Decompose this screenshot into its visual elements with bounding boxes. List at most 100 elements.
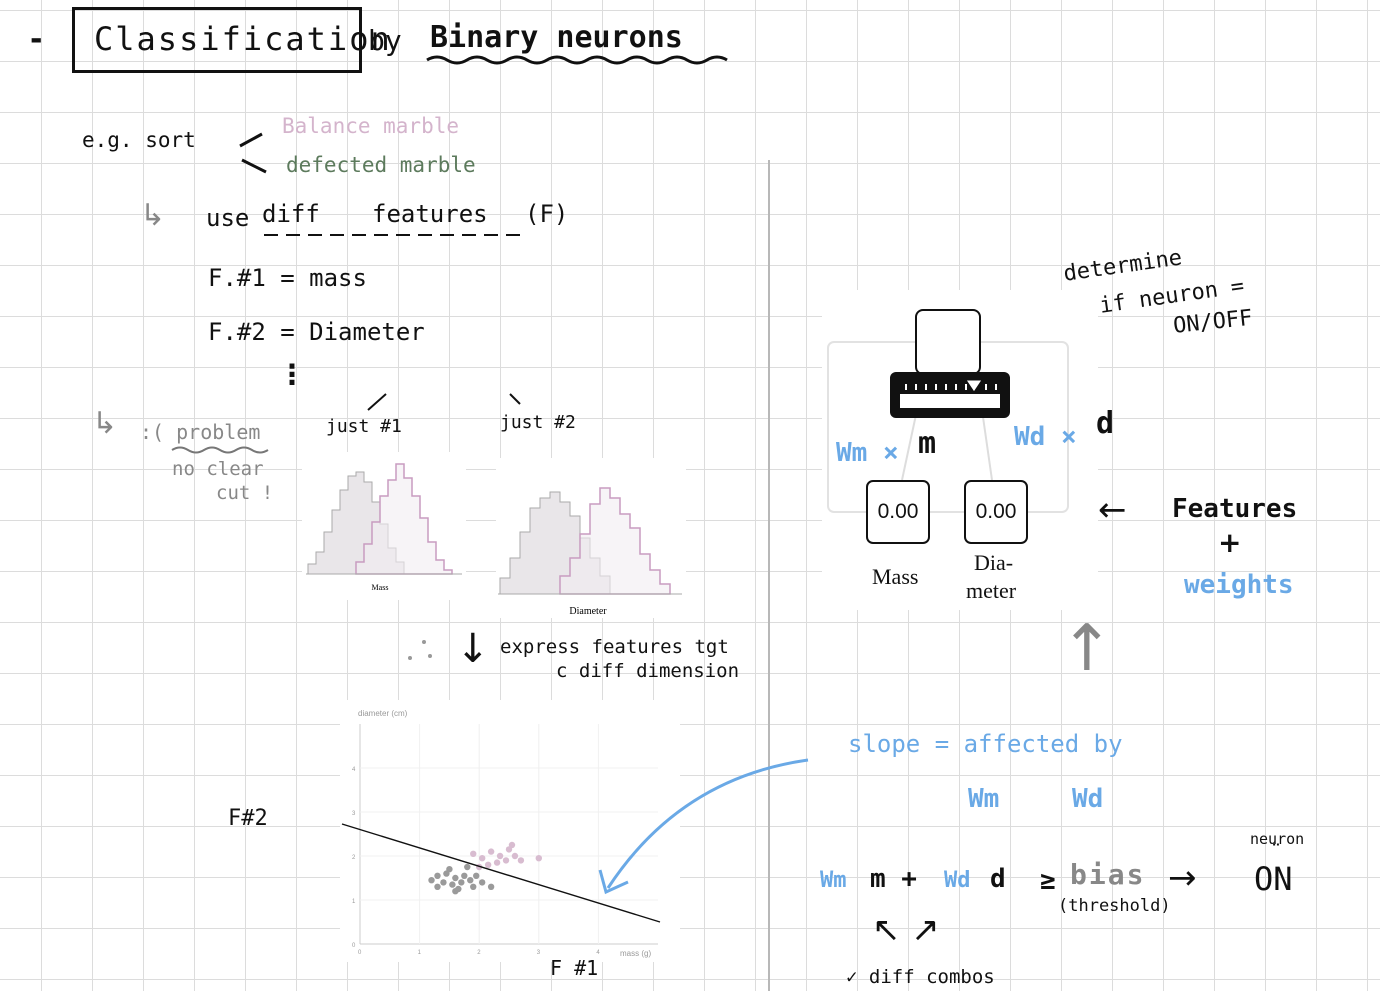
- formula-arrow: →: [1168, 858, 1197, 898]
- scatter-point-balance: [484, 861, 492, 868]
- hist-label-just2: just #2: [500, 412, 576, 433]
- express-arrow: ↓: [456, 626, 490, 672]
- scatter-point-balance: [517, 857, 525, 864]
- hist-label-just1: just #1: [326, 416, 402, 437]
- formula-geq: ≥: [1040, 866, 1056, 896]
- histogram-diameter-caption: Diameter: [569, 606, 607, 617]
- problem-label: :( problem: [140, 420, 261, 444]
- formula-bias: bias: [1070, 858, 1146, 891]
- scatter-point-balance: [508, 841, 516, 849]
- scatter-point-defected: [446, 866, 453, 873]
- formula-d: d: [990, 864, 1006, 894]
- histogram-mass-card: Mass: [302, 452, 466, 600]
- features-diff: diff: [262, 200, 320, 228]
- scatter-point-defected: [467, 877, 474, 884]
- scatter-y-axis-label: diameter (cm): [358, 709, 408, 718]
- diameter-caption-line2: meter: [966, 578, 1017, 603]
- problem-note-line1: no clear: [172, 458, 264, 480]
- slope-text: slope = affected by: [848, 730, 1123, 758]
- scatter-y-tick: 1: [352, 899, 356, 905]
- scatter-x-tick: 2: [477, 950, 481, 956]
- express-dots: [408, 640, 432, 660]
- slope-wd: Wd: [1072, 784, 1104, 814]
- title-boxed-word: Classification: [94, 20, 392, 58]
- scatter-point-balance: [470, 850, 477, 857]
- histogram-diameter: Diameter: [498, 487, 682, 617]
- scatter-x-tick: 1: [418, 950, 422, 956]
- formula-wd: Wd: [944, 868, 971, 893]
- scatter-y-tick: 3: [352, 811, 356, 817]
- scatter-point-defected: [461, 872, 468, 879]
- features-weights-label: Features: [1172, 494, 1298, 524]
- scatter-point-balance: [487, 848, 495, 855]
- scatter-point-defected: [473, 872, 480, 879]
- scatter-point-defected: [452, 874, 459, 882]
- title-by: by: [368, 24, 402, 57]
- scatter-point-balance: [478, 855, 486, 862]
- weights-label: weights: [1184, 570, 1294, 600]
- formula-threshold: (threshold): [1058, 896, 1171, 916]
- scatter-point-balance: [496, 852, 504, 860]
- scatter-point-balance: [502, 857, 510, 864]
- sort-option-defected: defected marble: [286, 153, 476, 177]
- scatter-y-tick: 2: [352, 855, 356, 861]
- express-line2: c diff dimension: [556, 660, 740, 682]
- histogram-diameter-card: Diameter: [496, 458, 686, 618]
- features-arrow: ↳: [140, 198, 166, 233]
- scatter-f2-label: F#2: [228, 806, 268, 831]
- formula-wm: Wm: [820, 868, 847, 893]
- weight-wm-label: Wm ×: [836, 438, 899, 468]
- sort-branch: [239, 132, 267, 174]
- scatter-point-defected: [464, 863, 471, 871]
- scatter-point-defected: [458, 879, 465, 886]
- scatter-point-defected: [440, 879, 447, 886]
- formula-combos: ✓ diff combos: [846, 966, 995, 988]
- histogram-mass-caption: Mass: [372, 583, 389, 592]
- scatter-point-defected: [449, 881, 456, 888]
- express-line1: express features tgt: [500, 636, 729, 658]
- scatter-point-defected: [452, 888, 459, 895]
- sort-option-balance: Balance marble: [282, 114, 460, 138]
- feature-2-diameter: F.#2 = Diameter: [208, 318, 425, 346]
- slope-up-arrow: ↑: [1060, 612, 1114, 686]
- scatter-y-tick: 4: [352, 767, 356, 773]
- title-dash: -: [30, 22, 43, 57]
- scatter-point-balance: [511, 852, 519, 860]
- mass-input-box[interactable]: 0.00: [866, 480, 930, 544]
- slope-wm: Wm: [968, 784, 1000, 814]
- weight-wd-label: Wd ×: [1014, 422, 1077, 452]
- weight-m-label: m: [918, 426, 937, 461]
- formula-on: ON: [1254, 860, 1293, 898]
- scatter-x-tick: 3: [537, 950, 541, 956]
- scatter-point-balance: [493, 859, 501, 866]
- features-left-arrow-icon: ←: [1098, 490, 1127, 530]
- scatter-point-defected: [478, 879, 486, 886]
- curved-arrow-icon: [598, 758, 809, 895]
- hist-label-ticks: [367, 393, 521, 411]
- scatter-point-defected: [470, 883, 477, 890]
- scatter-point-defected: [428, 877, 435, 884]
- scatter-x-axis-label: mass (g): [620, 949, 651, 958]
- neuron-ruler-icon: [890, 372, 1010, 418]
- features-underline-dashed: [264, 234, 524, 236]
- features-ellipsis: ⋮: [278, 358, 306, 391]
- problem-note-line2: cut !: [216, 482, 274, 504]
- features-use: use: [206, 204, 250, 232]
- scatter-point-balance: [535, 855, 542, 862]
- diameter-input-box[interactable]: 0.00: [964, 480, 1028, 544]
- features-suffix: (F): [525, 200, 569, 228]
- title-main: Binary neurons: [430, 20, 683, 55]
- diameter-caption-line1: Dia-: [974, 550, 1014, 575]
- scatter-f1-label: F #1: [550, 956, 599, 980]
- scatter-point-defected: [434, 883, 441, 890]
- weight-d-label: d: [1096, 406, 1115, 441]
- features-plus: +: [1218, 526, 1242, 559]
- problem-underline-squiggle: [171, 446, 269, 454]
- problem-arrow: ↳: [92, 406, 118, 441]
- histogram-mass: Mass: [306, 463, 462, 592]
- scatter-x-tick: 0: [358, 950, 362, 956]
- scatter-point-defected: [487, 883, 495, 890]
- features-word: features: [372, 200, 488, 228]
- sort-label: e.g. sort: [82, 128, 196, 152]
- neuron-output-box: [915, 309, 981, 375]
